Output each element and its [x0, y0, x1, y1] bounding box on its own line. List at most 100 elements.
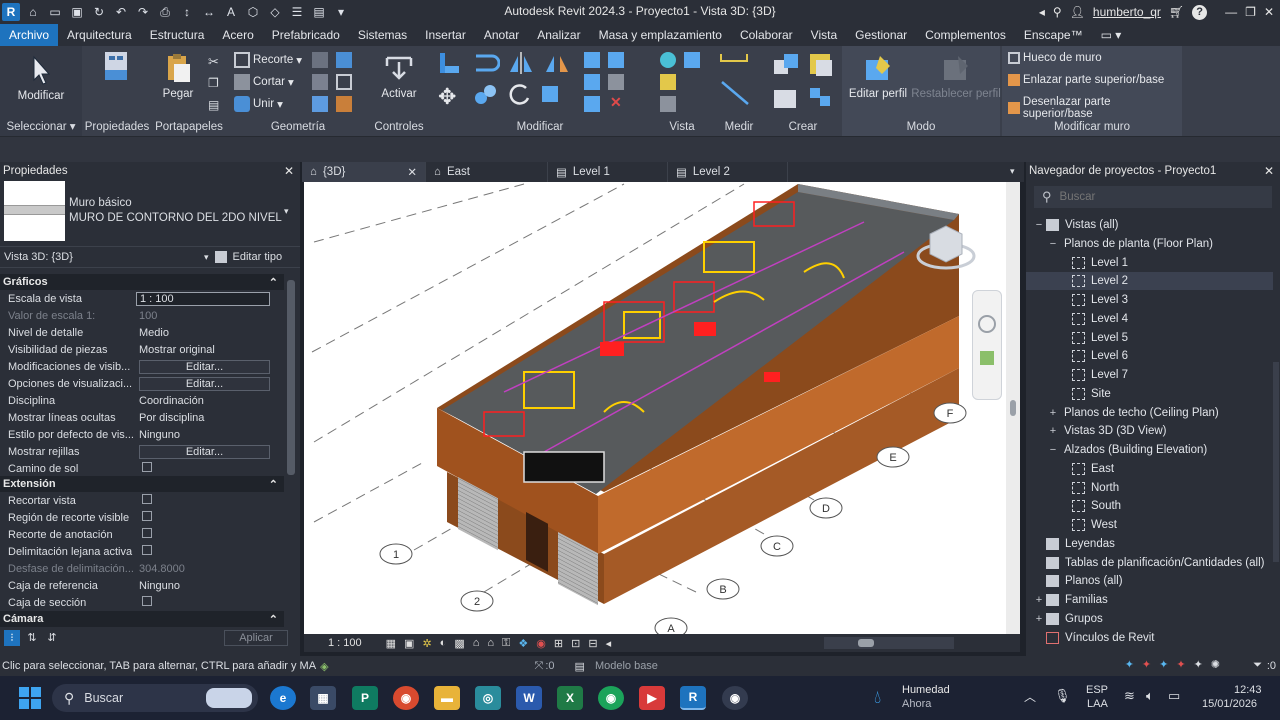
checkbox[interactable]	[142, 596, 152, 606]
property-value[interactable]: Ninguno	[136, 580, 284, 592]
property-row[interactable]: Desfase de delimitación... 304.8000	[0, 560, 284, 577]
lock-view-icon[interactable]: ⚿	[502, 637, 510, 650]
reveal-hidden-icon[interactable]: ◉	[536, 637, 546, 650]
linework-icon[interactable]	[660, 74, 676, 90]
view-selector[interactable]: Vista 3D: {3D}	[0, 251, 204, 263]
browser-node[interactable]: Tablas de planificación/Cantidades (all)	[1026, 554, 1273, 572]
view-tab-1[interactable]: ⌂ East	[426, 162, 548, 182]
modify-button[interactable]: Modificar	[14, 54, 68, 102]
cope-button[interactable]: Recorte ▾	[234, 52, 302, 68]
viewport-vertical-thumb[interactable]	[1010, 400, 1016, 416]
browser-node[interactable]: − Vistas (all)	[1026, 216, 1273, 234]
property-value[interactable]	[136, 545, 284, 558]
revit-taskbar-icon[interactable]: R	[680, 686, 706, 710]
expand-icon[interactable]: +	[1048, 407, 1058, 419]
measure-icon[interactable]: ↕	[178, 3, 196, 21]
section-header-graficos[interactable]: Gráficos ⌃	[0, 274, 284, 290]
collapse-icon[interactable]: −	[1048, 444, 1058, 456]
property-value[interactable]	[136, 528, 284, 541]
status-tool-icon[interactable]: ◈	[320, 660, 328, 673]
paint-icon[interactable]	[312, 74, 328, 90]
property-row[interactable]: Modificaciones de visib... Editar...	[0, 358, 284, 375]
property-row[interactable]: Mostrar rejillas Editar...	[0, 443, 284, 460]
print-icon[interactable]: ⎙	[156, 3, 174, 21]
edge-icon[interactable]: e	[270, 686, 296, 710]
mirror-draw-icon[interactable]	[542, 50, 572, 76]
media-player-icon[interactable]: ▶	[639, 686, 665, 710]
battery-icon[interactable]: ▭	[1168, 688, 1180, 704]
property-value[interactable]: Por disciplina	[136, 412, 284, 424]
browser-node[interactable]: Level 6	[1026, 347, 1273, 365]
3d-model-drawing[interactable]: F E D C B A 1 2	[304, 182, 1006, 634]
browser-node[interactable]: + Vistas 3D (3D View)	[1026, 422, 1273, 440]
offset-icon[interactable]	[470, 50, 500, 76]
property-value[interactable]	[136, 511, 284, 524]
cut-icon[interactable]: ✂	[208, 54, 219, 70]
browser-node[interactable]: East	[1026, 460, 1273, 478]
remove-paint-icon[interactable]	[336, 74, 352, 90]
checkbox[interactable]	[142, 511, 152, 521]
calculator-icon[interactable]: ▦	[310, 686, 336, 710]
section-header-extension[interactable]: Extensión ⌃	[0, 476, 284, 492]
show-crop-icon[interactable]: ⌂	[487, 637, 494, 649]
input-layout[interactable]: LAA	[1087, 698, 1108, 710]
activate-button[interactable]: Activar	[376, 52, 422, 100]
delete-icon[interactable]: ✕	[610, 94, 622, 111]
dimension-icon[interactable]: ↔	[200, 3, 218, 21]
edit-button[interactable]: Editar...	[139, 376, 270, 391]
filter-icon[interactable]: ⏷	[1253, 659, 1262, 672]
file-explorer-icon[interactable]: ▬	[434, 686, 460, 710]
back-arrow-icon[interactable]: ◂	[1039, 5, 1045, 19]
active-model[interactable]: Modelo base	[595, 660, 715, 672]
volume-icon[interactable]: 🔈︎	[1146, 688, 1154, 704]
browser-node[interactable]: South	[1026, 497, 1273, 515]
select-by-face-icon[interactable]: ✦	[1176, 658, 1185, 671]
switch-windows-icon[interactable]: ▤	[310, 3, 328, 21]
sync-icon[interactable]: ↻	[90, 3, 108, 21]
reset-profile-button[interactable]: Restablecer perfil	[911, 52, 1001, 100]
ribbon-toggle-icon[interactable]: ▭ ▾	[1092, 24, 1131, 46]
property-row[interactable]: Mostrar líneas ocultas Por disciplina	[0, 409, 284, 426]
property-value[interactable]	[136, 596, 284, 609]
demolish-icon[interactable]	[312, 96, 328, 112]
property-row[interactable]: Valor de escala 1: 100	[0, 307, 284, 324]
property-value[interactable]: Editar...	[136, 359, 284, 374]
viewport-horizontal-scrollbar[interactable]	[824, 637, 954, 649]
view-tab-2[interactable]: ▤ Level 1	[548, 162, 668, 182]
detach-top-base-button[interactable]: Desenlazar parte superior/base	[1008, 96, 1182, 120]
browser-search-box[interactable]: ⚲	[1034, 186, 1272, 208]
binoculars-icon[interactable]: ⚲	[1053, 5, 1062, 19]
clock-time[interactable]: 12:43	[1234, 684, 1262, 696]
property-value[interactable]	[136, 494, 284, 507]
property-row[interactable]: Nivel de detalle Medio	[0, 324, 284, 341]
menu-tab-12[interactable]: Gestionar	[846, 24, 916, 46]
join-button[interactable]: Unir ▾	[234, 96, 283, 112]
create-group-icon[interactable]	[772, 84, 800, 110]
align-icon[interactable]	[436, 50, 462, 76]
browser-search-input[interactable]	[1059, 191, 1260, 203]
property-row[interactable]: Disciplina Coordinación	[0, 392, 284, 409]
hide-isolate-icon[interactable]: ❖	[518, 637, 528, 650]
property-row[interactable]: Camino de sol	[0, 460, 284, 477]
project-browser-close-icon[interactable]: ✕	[1264, 164, 1274, 178]
split-face-icon[interactable]	[336, 52, 352, 68]
section-header-camara[interactable]: Cámara ⌃	[0, 611, 284, 627]
analytical-icon[interactable]: ⊡	[571, 637, 580, 650]
menu-tab-3[interactable]: Acero	[213, 24, 262, 46]
maximize-icon[interactable]: ❐	[1245, 5, 1256, 19]
project-icon[interactable]: P	[352, 686, 378, 710]
browser-node[interactable]: + Familias	[1026, 591, 1273, 609]
property-row[interactable]: Recortar vista	[0, 492, 284, 509]
collapse-icon[interactable]: ⌃	[269, 478, 278, 491]
menu-tab-13[interactable]: Complementos	[916, 24, 1015, 46]
browser-node[interactable]: Level 4	[1026, 310, 1273, 328]
navigation-bar[interactable]	[972, 290, 1002, 400]
trim-icon[interactable]	[542, 86, 558, 102]
move-icon[interactable]: ✥	[438, 84, 456, 110]
menu-tab-0[interactable]: Archivo	[0, 24, 59, 46]
viewport-horizontal-thumb[interactable]	[858, 639, 874, 647]
cut-geometry-button[interactable]: Cortar ▾	[234, 74, 294, 90]
browser-node[interactable]: − Alzados (Building Elevation)	[1026, 441, 1273, 459]
browser-node[interactable]: West	[1026, 516, 1273, 534]
highlight-displacement-icon[interactable]: ⊟	[588, 637, 597, 650]
